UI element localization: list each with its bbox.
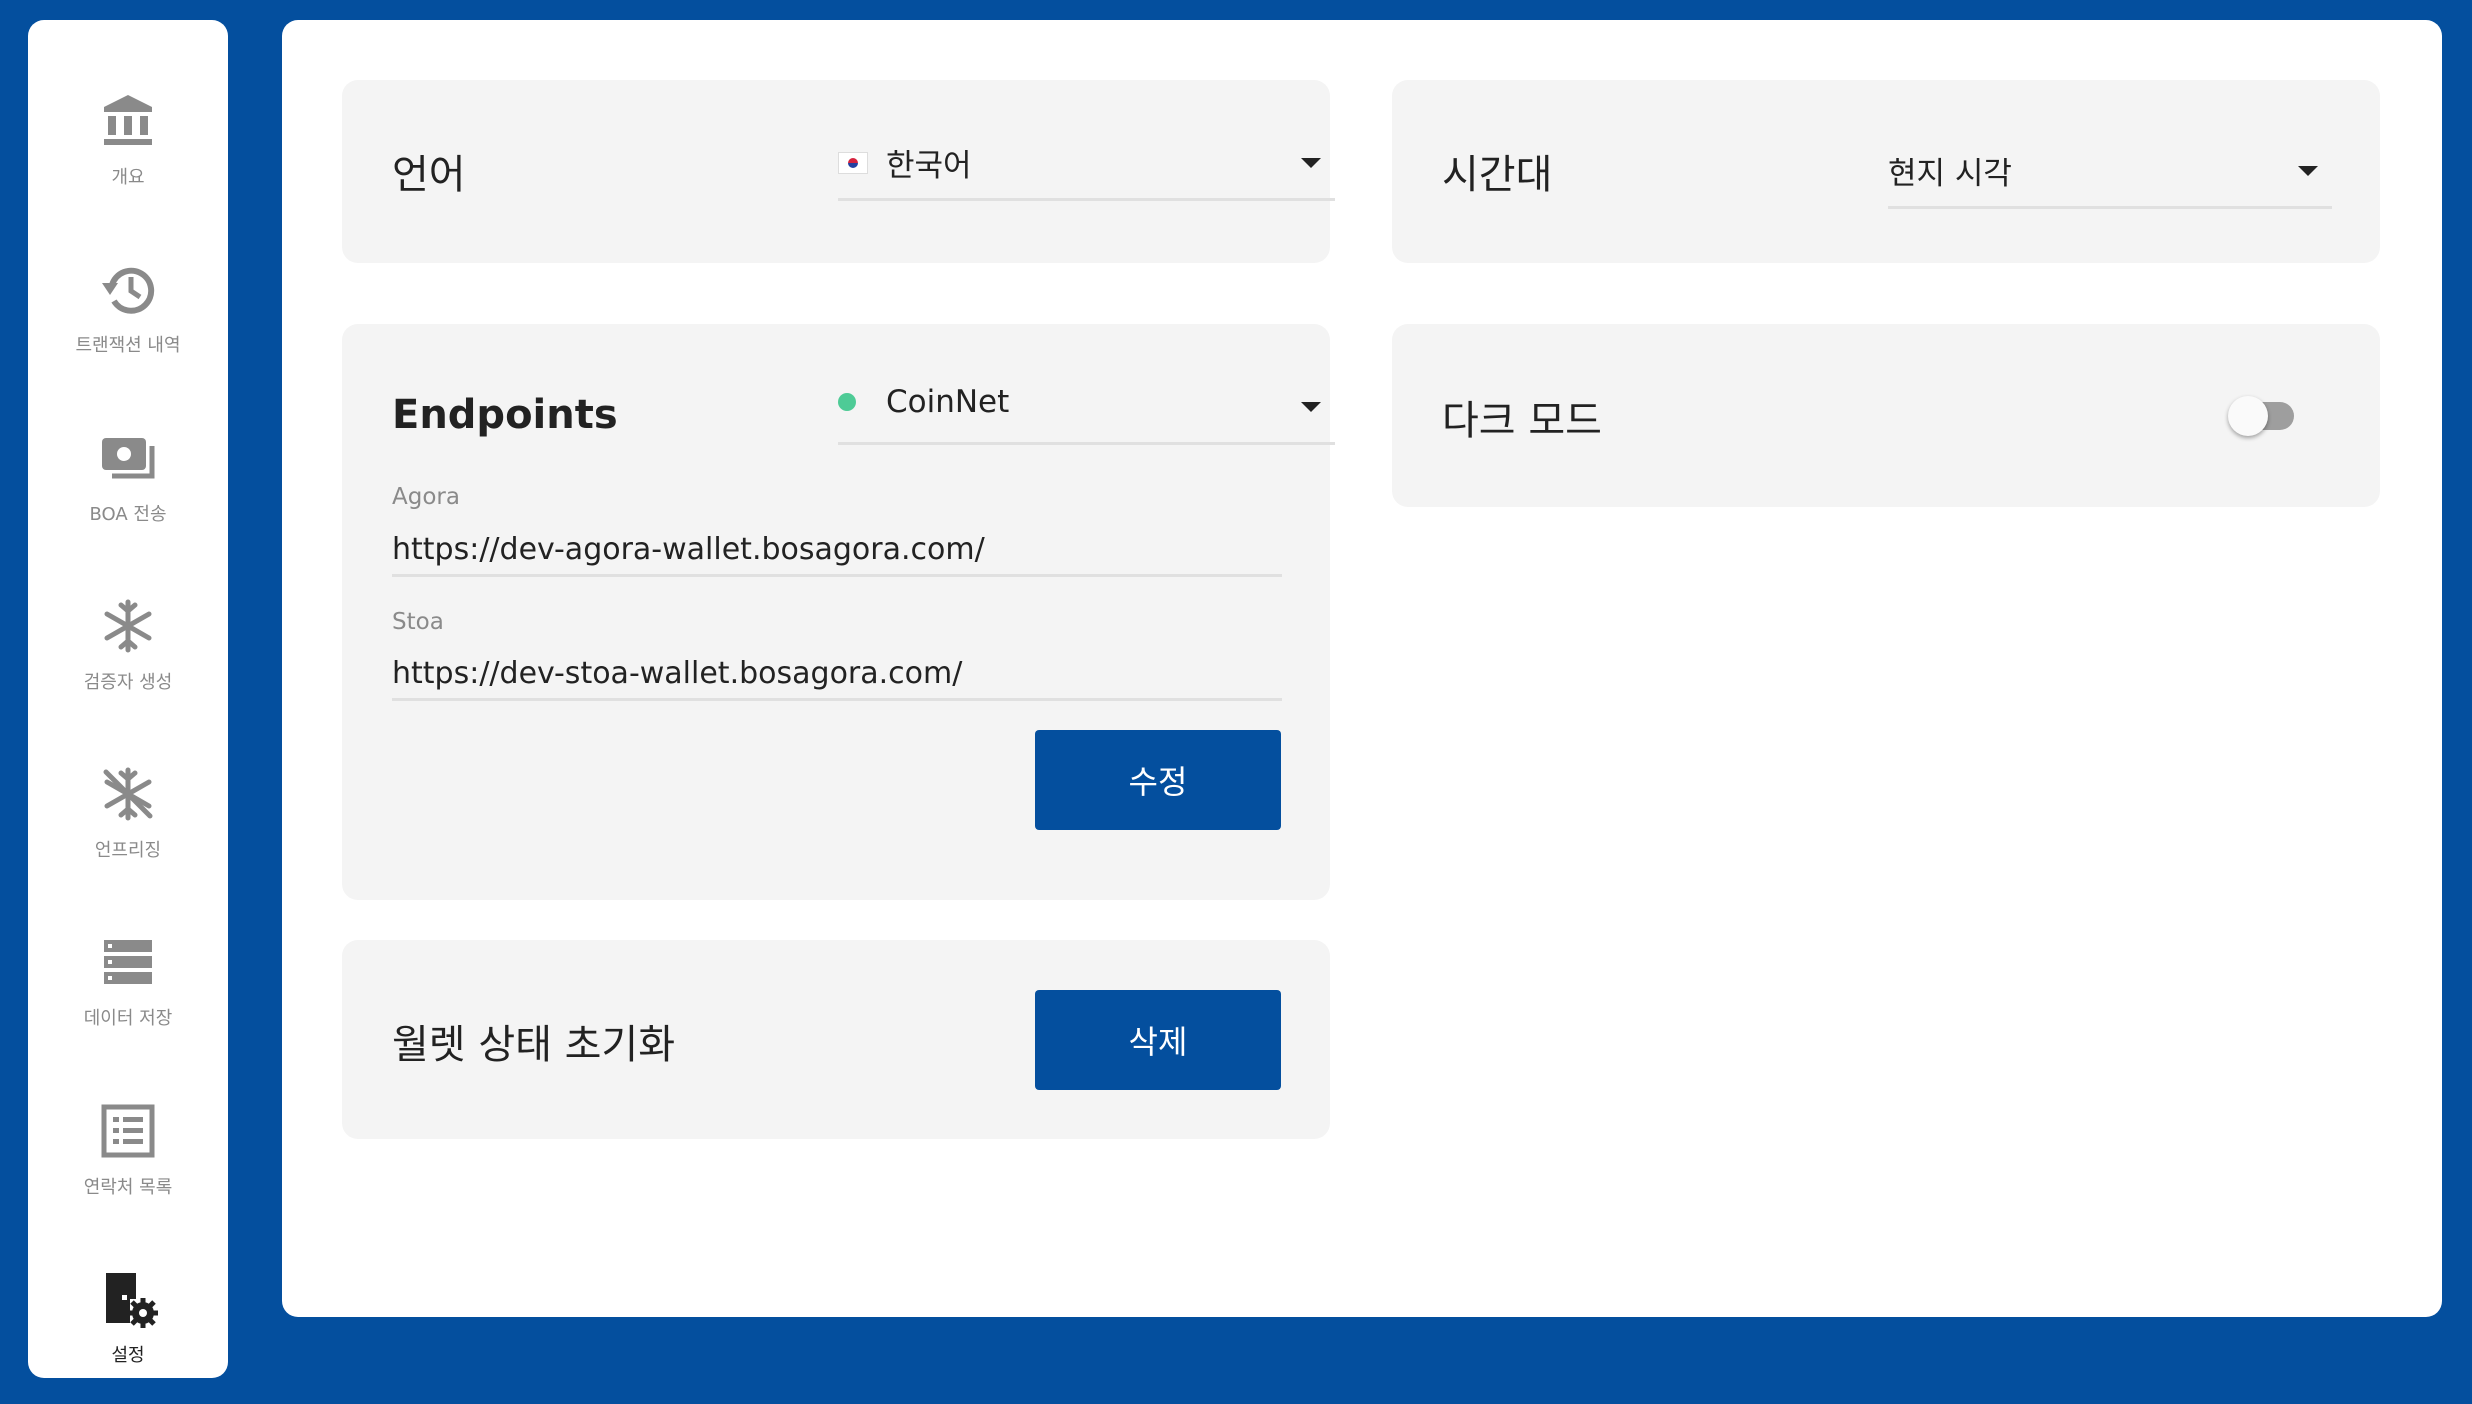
dark-mode-toggle[interactable] — [2228, 396, 2294, 436]
sidebar-item-label: 언프리징 — [94, 840, 162, 861]
stoa-label: Stoa — [392, 609, 444, 635]
network-selected-value: CoinNet — [886, 384, 1010, 420]
language-selected-value: 한국어 — [886, 148, 972, 184]
settings-door-icon — [98, 1269, 158, 1329]
sidebar-item-unfreezing[interactable]: 언프리징 — [28, 738, 228, 888]
timezone-select[interactable]: 현지 시각 — [1888, 148, 2332, 209]
delete-button[interactable]: 삭제 — [1035, 990, 1281, 1090]
history-icon — [98, 259, 158, 319]
settings-panel: 언어 한국어 시간대 현지 시각 Endpoints CoinNet Agora… — [282, 20, 2442, 1317]
sidebar-item-label: BOA 전송 — [89, 504, 167, 525]
sidebar: 개요 트랜잭션 내역 BOA 전송 검증자 생성 언프리징 데이터 저장 연락처… — [28, 20, 228, 1378]
agora-url-field[interactable] — [392, 524, 1282, 577]
send-money-icon — [98, 428, 158, 488]
sidebar-item-label: 데이터 저장 — [83, 1008, 173, 1029]
sidebar-item-label: 설정 — [111, 1345, 145, 1366]
language-select[interactable]: 한국어 — [838, 140, 1335, 201]
korea-flag-icon — [838, 151, 868, 174]
stoa-url-field[interactable] — [392, 648, 1282, 701]
sidebar-item-overview[interactable]: 개요 — [28, 65, 228, 215]
timezone-selected-value: 현지 시각 — [1888, 156, 2012, 192]
edit-button[interactable]: 수정 — [1035, 730, 1281, 830]
contact-list-icon — [98, 1101, 158, 1161]
snowflake-icon — [98, 596, 158, 656]
toggle-thumb — [2228, 396, 2268, 436]
chevron-down-icon — [2298, 166, 2318, 176]
sidebar-item-label: 연락처 목록 — [83, 1177, 173, 1198]
chevron-down-icon — [1301, 158, 1321, 168]
sidebar-item-settings[interactable]: 설정 — [28, 1243, 228, 1393]
timezone-card: 시간대 현지 시각 — [1392, 80, 2380, 263]
language-card: 언어 한국어 — [342, 80, 1335, 263]
timezone-title: 시간대 — [1442, 152, 1553, 198]
sidebar-item-data-storage[interactable]: 데이터 저장 — [28, 906, 228, 1056]
chevron-down-icon — [1301, 402, 1321, 412]
language-title: 언어 — [392, 152, 466, 198]
sidebar-item-transaction-history[interactable]: 트랜잭션 내역 — [28, 233, 228, 383]
unfreeze-icon — [98, 764, 158, 824]
sidebar-item-boa-transfer[interactable]: BOA 전송 — [28, 402, 228, 552]
network-status-dot — [838, 393, 856, 411]
dark-mode-card: 다크 모드 — [1392, 324, 2380, 507]
sidebar-item-create-validator[interactable]: 검증자 생성 — [28, 570, 228, 720]
wallet-reset-title: 월렛 상태 초기화 — [392, 1022, 676, 1068]
sidebar-item-label: 검증자 생성 — [83, 672, 173, 693]
agora-label: Agora — [392, 484, 460, 510]
sidebar-item-label: 개요 — [111, 167, 145, 188]
sidebar-item-contacts[interactable]: 연락처 목록 — [28, 1075, 228, 1225]
sidebar-item-label: 트랜잭션 내역 — [75, 335, 181, 356]
bank-icon — [98, 91, 158, 151]
network-select[interactable]: CoinNet — [838, 384, 1335, 445]
endpoints-card: Endpoints CoinNet Agora Stoa 수정 — [342, 324, 1335, 900]
dark-mode-title: 다크 모드 — [1442, 398, 1602, 444]
wallet-reset-card: 월렛 상태 초기화 삭제 — [342, 940, 1330, 1139]
endpoints-title: Endpoints — [392, 392, 618, 438]
storage-icon — [98, 932, 158, 992]
